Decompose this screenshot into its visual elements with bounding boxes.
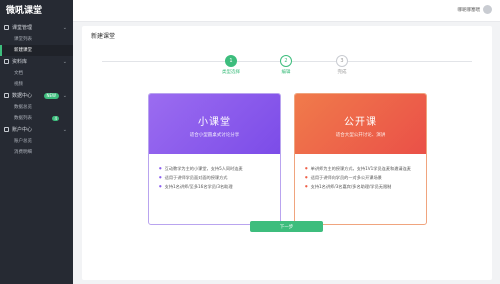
user-menu[interactable]: 哪呢哪塞喂 [457,0,492,22]
card-header: 小课堂 适合小型圆桌式讨论分享 [149,94,280,154]
step-type-select: 1 类型选择 [211,55,251,75]
top-bar: 哪呢哪塞喂 [73,0,500,22]
avatar[interactable] [483,5,492,14]
nav-group-data-center[interactable]: 数据中心 NEW ⌄ [0,90,73,102]
nav-group-label: 数据中心 [12,93,33,99]
user-icon [4,127,9,132]
feature-list: 单讲师为主的授课方式，支持1V1学员连麦和邀请连麦 适用于讲师向学员的一对多公开… [295,154,426,191]
step-complete: 3 完成 [322,55,362,75]
nav-group-account-center[interactable]: 账户中心 ⌄ [0,124,73,136]
main-panel: 新建课堂 1 类型选择 2 编辑 3 完成 小课堂 适合小型圆桌式讨论分享 互动… [82,26,492,280]
sidebar-item-label: 数据列表 [14,116,32,121]
sidebar-item-data-overview[interactable]: 数据总览 [0,102,73,113]
card-subtitle: 适合小型圆桌式讨论分享 [189,133,240,138]
card-title: 公开课 [344,117,377,128]
feature-item: 适用于讲师向学员的一对多公开课场景 [305,173,418,182]
step-number: 2 [280,55,292,67]
user-name: 哪呢哪塞喂 [457,8,481,13]
card-subtitle: 适合大型公开讨论、演讲 [335,133,386,138]
count-badge: 4 [52,116,59,121]
feature-item: 互动教学为主的小课堂，支持5人同时连麦 [159,164,272,173]
step-label: 完成 [337,70,347,75]
folder-icon [4,59,9,64]
card-title: 小课堂 [198,117,231,128]
nav-group-label: 账户中心 [12,127,33,133]
sidebar-item-billing[interactable]: 消费明细 [0,147,73,158]
step-label: 类型选择 [222,70,240,75]
chevron-down-icon: ⌄ [62,59,67,65]
new-badge: NEW [43,93,59,99]
chevron-down-icon: ⌄ [62,93,67,99]
nav-group-label: 资料库 [12,59,28,65]
feature-item: 支持1名讲师/3名嘉宾/多名助理/学员无限制 [305,182,418,191]
app-logo: 微吼课堂 [6,6,43,16]
feature-list: 互动教学为主的小课堂，支持5人同时连麦 适用于讲师学员面对面的授课方式 支持1名… [149,154,280,191]
sidebar-item-account-overview[interactable]: 账户总览 [0,136,73,147]
card-header: 公开课 适合大型公开讨论、演讲 [295,94,426,154]
chevron-down-icon: ⌄ [62,25,67,31]
next-step-button[interactable]: 下一步 [250,221,323,232]
sidebar: 微吼课堂 课堂管理 ⌄ 课堂列表 新建课堂 资料库 ⌄ 文档 视频 数据中心 N… [0,0,73,284]
sidebar-item-data-list[interactable]: 数据列表 4 [0,113,73,124]
class-icon [4,25,9,30]
nav-group-library[interactable]: 资料库 ⌄ [0,56,73,68]
sidebar-item-new-class[interactable]: 新建课堂 [0,45,73,56]
sidebar-item-class-list[interactable]: 课堂列表 [0,34,73,45]
step-edit: 2 编辑 [266,55,306,75]
page-title: 新建课堂 [91,33,116,40]
nav-group-class-management[interactable]: 课堂管理 ⌄ [0,22,73,34]
step-label: 编辑 [281,70,291,75]
feature-item: 支持1名讲师/至多16名学员/3名助理 [159,182,272,191]
feature-item: 单讲师为主的授课方式，支持1V1学员连麦和邀请连麦 [305,164,418,173]
step-number: 1 [225,55,237,67]
chevron-down-icon: ⌄ [62,127,67,133]
nav-group-label: 课堂管理 [12,25,33,31]
public-class-card[interactable]: 公开课 适合大型公开讨论、演讲 单讲师为主的授课方式，支持1V1学员连麦和邀请连… [294,93,427,225]
feature-item: 适用于讲师学员面对面的授课方式 [159,173,272,182]
chart-icon [4,93,9,98]
small-class-card[interactable]: 小课堂 适合小型圆桌式讨论分享 互动教学为主的小课堂，支持5人同时连麦 适用于讲… [148,93,281,225]
sidebar-item-documents[interactable]: 文档 [0,68,73,79]
sidebar-item-videos[interactable]: 视频 [0,79,73,90]
step-number: 3 [336,55,348,67]
